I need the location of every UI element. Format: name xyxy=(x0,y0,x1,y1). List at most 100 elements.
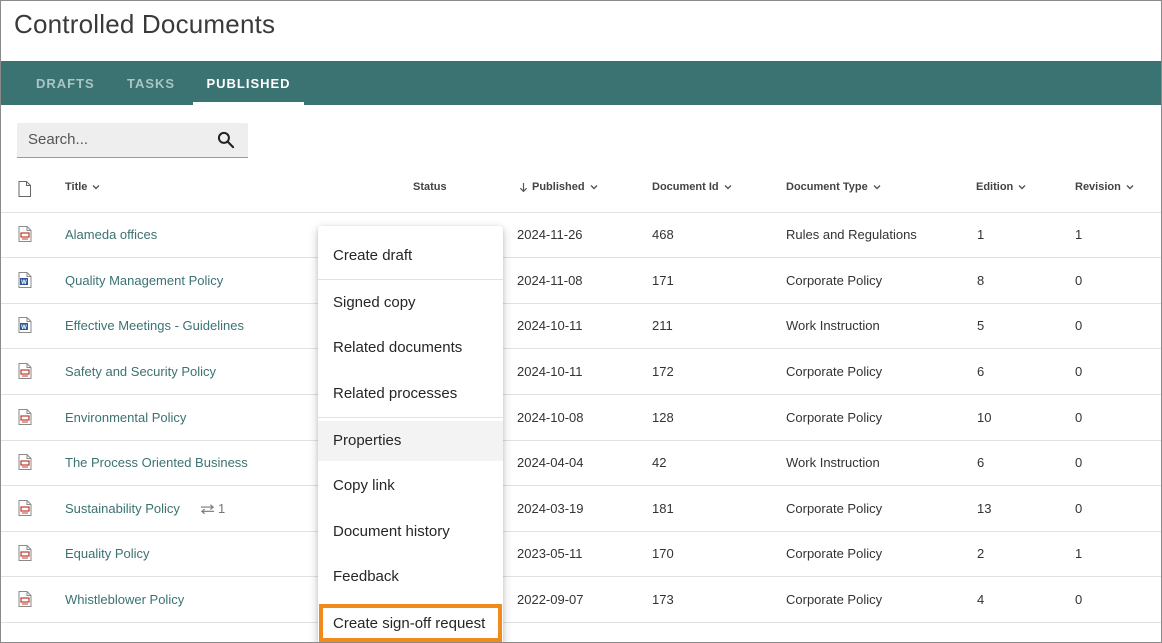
chevron-down-icon xyxy=(590,185,598,190)
published-date: 2024-11-26 xyxy=(517,227,583,242)
table-row[interactable]: The Process Oriented Business 2024-04-04 4… xyxy=(1,440,1161,485)
document-title-link[interactable]: The Process Oriented Business xyxy=(65,455,248,470)
menu-divider xyxy=(318,417,503,418)
edition: 10 xyxy=(977,410,992,425)
tab-drafts[interactable]: DRAFTS xyxy=(36,61,95,105)
menu-item-signed-copy[interactable]: Signed copy xyxy=(318,283,503,323)
column-header-title[interactable]: Title xyxy=(65,181,101,193)
document-id: 128 xyxy=(652,410,674,425)
document-id: 171 xyxy=(652,273,674,288)
document-title-link[interactable]: Equality Policy xyxy=(65,546,150,561)
table-row[interactable]: Alameda offices 2024-11-26 468 Rules and Re… xyxy=(1,212,1161,257)
context-menu: Create draft Signed copy Related documen… xyxy=(318,226,503,642)
column-title-label: Title xyxy=(65,181,88,193)
column-status-label: Status xyxy=(413,181,447,193)
published-date: 2024-10-11 xyxy=(517,364,583,379)
search-input[interactable] xyxy=(17,123,207,156)
chevron-down-icon xyxy=(1126,185,1134,190)
document-type: Corporate Policy xyxy=(786,501,883,516)
word-file-icon: W xyxy=(18,317,32,333)
svg-text:W: W xyxy=(21,325,27,331)
document-title-link[interactable]: Whistleblower Policy xyxy=(65,592,184,607)
document-title-link[interactable]: Safety and Security Policy xyxy=(65,364,216,379)
document-title-link[interactable]: Sustainability Policy xyxy=(65,501,180,516)
document-id: 181 xyxy=(652,501,674,516)
menu-item-feedback[interactable]: Feedback xyxy=(318,557,503,597)
table-row[interactable]: Sustainability Policy 2024-03-19 181 Corpor… xyxy=(1,486,1161,531)
published-date: 2024-04-04 xyxy=(517,455,584,470)
published-date: 2024-11-08 xyxy=(517,273,583,288)
word-file-icon: W xyxy=(18,272,32,288)
table-row[interactable]: W Quality Management Policy 2024-11-08 171 C… xyxy=(1,258,1161,303)
document-id: 211 xyxy=(652,318,673,333)
edition: 13 xyxy=(977,501,992,516)
document-type: Work Instruction xyxy=(786,318,880,333)
column-header-edition[interactable]: Edition xyxy=(976,181,1027,193)
document-title-link[interactable]: Quality Management Policy xyxy=(65,273,223,288)
table-row[interactable]: W Effective Meetings - Guidelines 2024-10-… xyxy=(1,303,1161,348)
published-date: 2022-09-07 xyxy=(517,592,584,607)
revision: 0 xyxy=(1075,455,1083,470)
revision: 0 xyxy=(1075,318,1083,333)
related-links-indicator[interactable]: 1 xyxy=(199,501,225,516)
revision: 1 xyxy=(1075,227,1083,242)
row-divider xyxy=(1,622,1161,623)
edition: 2 xyxy=(977,546,985,561)
pdf-file-icon xyxy=(18,591,32,607)
published-date: 2024-10-08 xyxy=(517,410,584,425)
document-title-link[interactable]: Environmental Policy xyxy=(65,410,186,425)
published-date: 2024-03-19 xyxy=(517,501,584,516)
sort-arrow-down-icon xyxy=(519,182,528,192)
document-id: 172 xyxy=(652,364,674,379)
column-header-document-id[interactable]: Document Id xyxy=(652,181,733,193)
document-title-link[interactable]: Effective Meetings - Guidelines xyxy=(65,318,244,333)
chevron-down-icon xyxy=(873,185,881,190)
revision: 1 xyxy=(1075,546,1083,561)
table-row[interactable]: Safety and Security Policy 2024-10-11 172 C… xyxy=(1,349,1161,394)
published-date: 2023-05-11 xyxy=(517,546,583,561)
document-title-link[interactable]: Alameda offices xyxy=(65,227,157,242)
menu-item-document-history[interactable]: Document history xyxy=(318,512,503,552)
active-tab-indicator xyxy=(193,102,304,105)
pdf-file-icon xyxy=(18,500,32,516)
column-published-label: Published xyxy=(532,181,585,193)
pdf-file-icon xyxy=(18,545,32,561)
menu-item-create-draft[interactable]: Create draft xyxy=(318,236,503,276)
pdf-file-icon xyxy=(18,363,32,379)
tab-tasks[interactable]: TASKS xyxy=(127,61,175,105)
menu-item-related-documents[interactable]: Related documents xyxy=(318,328,503,368)
column-header-status[interactable]: Status xyxy=(413,181,447,193)
menu-item-properties[interactable]: Properties xyxy=(318,421,503,461)
document-type: Corporate Policy xyxy=(786,546,883,561)
document-id: 173 xyxy=(652,592,674,607)
table-row[interactable]: Environmental Policy 2024-10-08 128 Corpora… xyxy=(1,395,1161,440)
column-header-published[interactable]: Published xyxy=(519,181,599,193)
related-links-count: 1 xyxy=(218,501,226,516)
tab-published[interactable]: PUBLISHED xyxy=(193,61,304,105)
revision: 0 xyxy=(1075,410,1083,425)
table-row[interactable]: Equality Policy 2023-05-11 170 Corporate Po… xyxy=(1,531,1161,576)
pdf-file-icon xyxy=(18,454,32,470)
app-window: Controlled Documents DRAFTS TASKS PUBLIS… xyxy=(0,0,1162,643)
pdf-file-icon xyxy=(18,409,32,425)
search-box xyxy=(17,123,248,158)
file-type-column-icon xyxy=(18,181,31,197)
edition: 4 xyxy=(977,592,985,607)
table-row[interactable]: Whistleblower Policy 2022-09-07 173 Corpora… xyxy=(1,577,1161,622)
document-type: Corporate Policy xyxy=(786,592,883,607)
search-icon[interactable] xyxy=(216,130,236,150)
column-edition-label: Edition xyxy=(976,181,1014,193)
column-header-revision[interactable]: Revision xyxy=(1075,181,1135,193)
pdf-file-icon xyxy=(18,226,32,242)
tab-published-label: PUBLISHED xyxy=(206,76,291,91)
menu-item-copy-link[interactable]: Copy link xyxy=(318,466,503,506)
page-title: Controlled Documents xyxy=(14,9,276,39)
menu-item-related-processes[interactable]: Related processes xyxy=(318,374,503,414)
tab-bar: DRAFTS TASKS PUBLISHED xyxy=(1,61,1161,105)
column-header-document-type[interactable]: Document Type xyxy=(786,181,882,193)
column-revision-label: Revision xyxy=(1075,181,1121,193)
revision: 0 xyxy=(1075,273,1083,288)
menu-item-create-sign-off-request[interactable]: Create sign-off request xyxy=(319,604,502,642)
revision: 0 xyxy=(1075,501,1083,516)
document-type: Work Instruction xyxy=(786,455,880,470)
